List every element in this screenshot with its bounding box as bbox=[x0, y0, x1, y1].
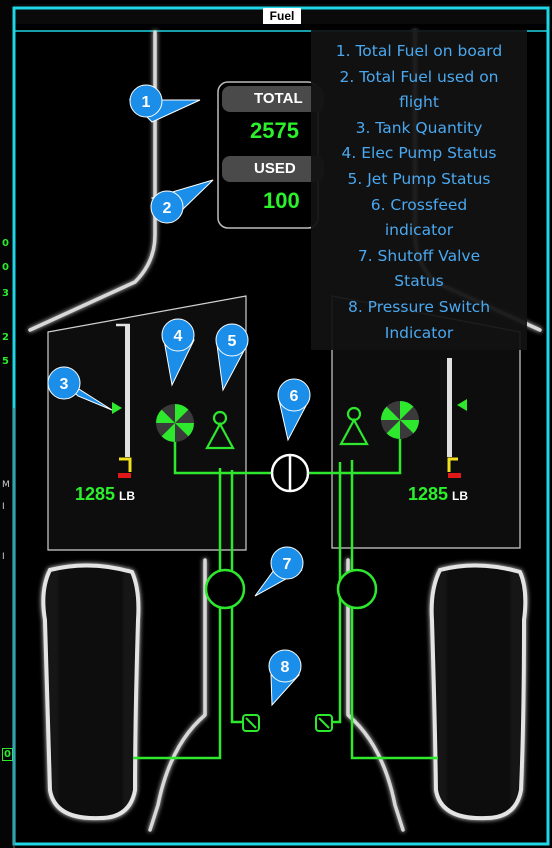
left-pressure-switch-icon bbox=[242, 714, 260, 732]
legend-line: 2. Total Fuel used on bbox=[339, 67, 499, 86]
legend-line: Status bbox=[394, 272, 444, 291]
legend-line: 7. Shutoff Valve bbox=[357, 246, 481, 265]
right-shutoff-valve-icon bbox=[336, 568, 378, 610]
crossfeed-valve-icon bbox=[270, 453, 310, 493]
left-shutoff-valve-icon bbox=[204, 568, 246, 610]
total-fuel-label: TOTAL bbox=[222, 86, 324, 112]
left-tank-unit: LB bbox=[119, 489, 136, 503]
legend-line: flight bbox=[399, 93, 439, 112]
callout-number: 4 bbox=[174, 328, 183, 345]
right-tank-quantity: 1285 LB bbox=[408, 484, 468, 505]
right-pressure-switch-icon bbox=[315, 714, 333, 732]
callout-marker-2 bbox=[150, 179, 214, 224]
total-fuel-value: 2575 bbox=[250, 118, 299, 143]
right-tank-value: 1285 bbox=[408, 484, 449, 504]
legend-line: Indicator bbox=[384, 323, 454, 342]
legend-line: 3. Tank Quantity bbox=[355, 118, 483, 137]
used-fuel-label: USED bbox=[222, 156, 324, 182]
callout-number: 7 bbox=[283, 556, 292, 573]
legend-line: 6. Crossfeed bbox=[370, 195, 468, 214]
legend-line: 8. Pressure Switch bbox=[347, 297, 491, 316]
callout-number: 3 bbox=[60, 376, 69, 393]
callout-marker-7 bbox=[254, 546, 304, 597]
callout-number: 8 bbox=[281, 659, 290, 676]
legend-line: 4. Elec Pump Status bbox=[341, 144, 497, 163]
left-tank-value: 1285 bbox=[75, 484, 116, 504]
used-fuel-value: 100 bbox=[263, 188, 300, 213]
left-elec-pump-icon bbox=[156, 404, 194, 442]
legend-line: 1. Total Fuel on board bbox=[335, 42, 503, 60]
right-elec-pump-icon bbox=[381, 401, 419, 439]
page-title: Fuel bbox=[263, 8, 301, 24]
callout-number: 2 bbox=[163, 200, 172, 217]
callout-number: 6 bbox=[290, 388, 299, 405]
right-engine bbox=[429, 563, 528, 821]
legend-line: 5. Jet Pump Status bbox=[347, 169, 491, 188]
callout-legend: 1. Total Fuel on board 2. Total Fuel use… bbox=[311, 30, 527, 350]
right-tank-unit: LB bbox=[452, 489, 469, 503]
callout-number: 1 bbox=[142, 94, 151, 111]
callout-number: 5 bbox=[228, 333, 237, 350]
left-tank-quantity: 1285 LB bbox=[75, 484, 135, 505]
legend-line: indicator bbox=[384, 221, 454, 240]
callout-marker-1 bbox=[128, 84, 201, 123]
fuel-synoptic-page: 0 0 3 2 5 M I I 0 1 2 3 4 5 6 7 8 Fuel T… bbox=[0, 0, 552, 848]
left-engine bbox=[41, 563, 141, 821]
